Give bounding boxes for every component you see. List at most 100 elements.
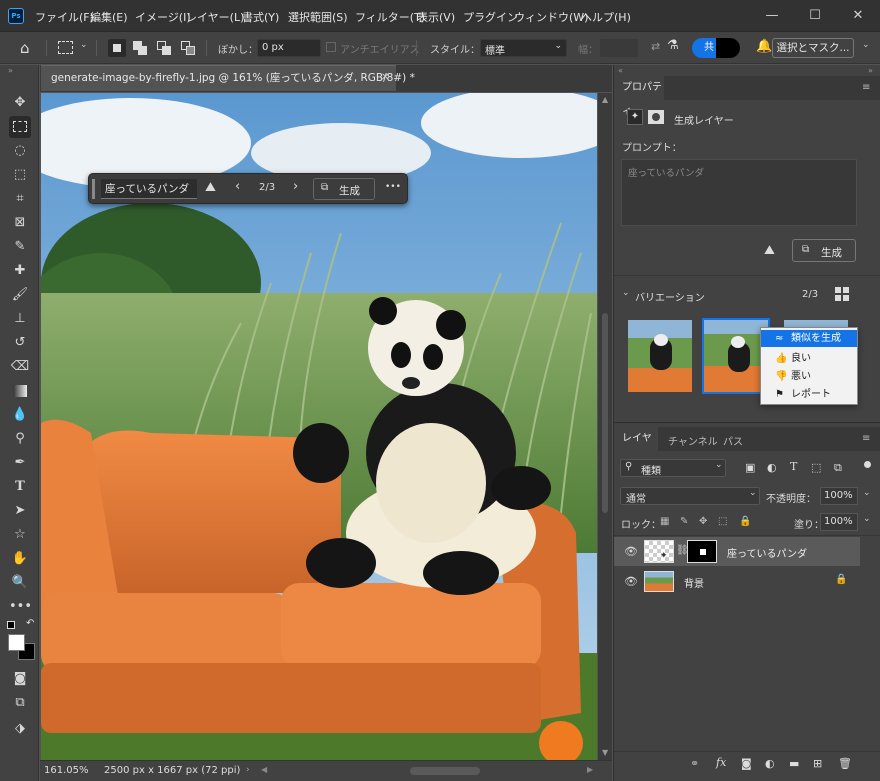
scroll-down-icon[interactable]: ▼ (602, 748, 608, 757)
next-variation-icon[interactable]: › (293, 179, 298, 194)
crop-tool-icon[interactable]: ⌗ (9, 188, 31, 210)
visibility-eye-icon[interactable]: 👁 (624, 575, 638, 588)
select-and-mask-button[interactable]: 選択とマスク... (772, 38, 854, 58)
quick-mask-icon[interactable]: ◙ (9, 668, 31, 690)
lock-pixels-icon[interactable]: ✎ (680, 516, 688, 527)
eyedropper-tool-icon[interactable]: ✎ (9, 236, 31, 258)
filter-pixel-icon[interactable]: ▣ (745, 461, 755, 474)
link-layers-icon[interactable]: ⚭ (690, 757, 699, 770)
fx-icon[interactable]: fx (716, 756, 726, 769)
status-menu-icon[interactable]: › (246, 765, 250, 775)
tab-properties[interactable]: プロパティ (614, 76, 664, 117)
more-tools-icon[interactable]: ••• (9, 596, 32, 618)
filter-toggle-icon[interactable] (864, 461, 871, 468)
chevron-down-icon[interactable]: ⌄ (80, 40, 88, 50)
new-group-icon[interactable]: ▬ (789, 757, 799, 770)
generate-button[interactable]: ⧉ 生成 (313, 178, 375, 200)
flask-icon[interactable]: ⚗ (667, 38, 679, 53)
menu-select[interactable]: 選択範囲(S) (288, 9, 348, 25)
opacity-input[interactable]: 100% (820, 487, 858, 505)
previous-variation-icon[interactable]: ‹ (235, 179, 240, 194)
tab-layers[interactable]: レイヤー (614, 427, 658, 468)
drag-handle[interactable] (92, 179, 95, 199)
menu-window[interactable]: ウィンドウ(W) (514, 9, 588, 25)
foreground-color-swatch[interactable] (8, 634, 25, 651)
bell-icon[interactable]: 🔔 (756, 39, 772, 54)
adjustment-layer-icon[interactable]: ◐ (765, 757, 775, 770)
path-selection-tool-icon[interactable]: ➤ (9, 500, 31, 522)
layer-filter-select[interactable]: ⚲ 種類 ⌄ (620, 459, 726, 477)
layer-row-background[interactable]: 👁 背景 🔒 (614, 567, 860, 596)
home-icon[interactable]: ⌂ (20, 39, 30, 57)
menu-layer[interactable]: レイヤー(L) (186, 9, 244, 25)
horizontal-scroll-thumb[interactable] (410, 767, 480, 775)
trash-icon[interactable]: 🗑 (838, 757, 852, 770)
shape-tool-icon[interactable]: ☆ (9, 524, 31, 546)
new-selection-button[interactable] (108, 39, 126, 57)
pen-tool-icon[interactable]: ✒ (9, 452, 31, 474)
collapse-icon[interactable]: » (8, 66, 13, 75)
tab-paths[interactable]: パス (723, 433, 743, 448)
prompt-input[interactable]: 座っているパンダ (101, 179, 197, 199)
clone-stamp-tool-icon[interactable]: ⊥ (9, 308, 31, 330)
marquee-tool-icon[interactable] (58, 41, 73, 54)
menu-filter[interactable]: フィルター(T) (355, 9, 425, 25)
object-selection-tool-icon[interactable]: ⬚ (9, 164, 31, 186)
scroll-left-icon[interactable]: ◀ (261, 765, 267, 774)
reference-image-icon[interactable]: ⛰ (205, 180, 216, 195)
close-document-icon[interactable]: ✕ (381, 66, 389, 90)
menu-plugins[interactable]: プラグイン (463, 9, 518, 25)
eraser-tool-icon[interactable]: ⌫ (9, 356, 31, 378)
marquee-tool-icon[interactable] (9, 116, 31, 138)
collapse-icon[interactable]: « (618, 66, 623, 75)
document-tab[interactable]: generate-image-by-firefly-1.jpg @ 161% (… (41, 65, 415, 91)
menu-image[interactable]: イメージ(I) (135, 9, 191, 25)
frame-tool-icon[interactable]: ⊠ (9, 212, 31, 234)
screen-mode-icon[interactable]: ⧉ (9, 692, 31, 714)
filter-smart-object-icon[interactable]: ⧉ (834, 461, 842, 475)
menu-file[interactable]: ファイル(F) (35, 9, 94, 25)
filter-shape-icon[interactable]: ⬚ (811, 461, 821, 474)
default-colors-icon[interactable] (7, 621, 15, 629)
layer-mask-thumbnail[interactable] (687, 540, 717, 563)
lock-transparency-icon[interactable]: ▦ (660, 516, 669, 527)
menu-view[interactable]: 表示(V) (417, 9, 455, 25)
minimize-button[interactable]: — (760, 6, 784, 26)
collapse-icon[interactable]: » (868, 66, 873, 75)
scroll-right-icon[interactable]: ▶ (587, 765, 593, 774)
lasso-tool-icon[interactable]: ◌ (9, 140, 31, 162)
generate-image-icon[interactable]: ⬗ (9, 718, 31, 740)
chevron-down-icon[interactable]: ⌄ (863, 488, 871, 498)
variation-thumbnail-2[interactable] (702, 318, 770, 394)
properties-generate-button[interactable]: ⧉ 生成 (792, 239, 856, 262)
width-input[interactable] (600, 39, 638, 57)
lock-artboard-icon[interactable]: ⬚ (718, 516, 727, 527)
layer-row-panda[interactable]: 👁 ✦ ⛓ 座っているパンダ (614, 537, 860, 566)
lock-position-icon[interactable]: ✥ (699, 516, 707, 527)
menu-help[interactable]: ヘルプ(H) (581, 9, 631, 25)
scroll-thumb[interactable] (602, 313, 608, 513)
more-options-icon[interactable]: ••• (385, 182, 401, 192)
zoom-level[interactable]: 161.05% (44, 765, 89, 776)
filter-adjustment-icon[interactable]: ◐ (767, 461, 777, 474)
variation-thumbnail-1[interactable] (628, 320, 692, 392)
blur-tool-icon[interactable]: 💧 (9, 404, 31, 426)
menu-type[interactable]: 書式(Y) (242, 9, 279, 25)
tab-channels[interactable]: チャンネル (668, 433, 718, 448)
grid-view-icon[interactable] (835, 287, 850, 302)
reference-image-icon[interactable]: ⛰ (764, 243, 775, 258)
chevron-down-icon[interactable]: ⌄ (622, 288, 630, 298)
menu-item-thumbs-down[interactable]: 👎 悪い (761, 368, 857, 385)
scroll-up-icon[interactable]: ▲ (602, 95, 608, 104)
chevron-down-icon[interactable]: ⌄ (862, 40, 870, 50)
prompt-textarea[interactable]: 座っているパンダ (621, 159, 857, 226)
fill-input[interactable]: 100% (820, 513, 858, 531)
hand-tool-icon[interactable]: ✋ (9, 548, 31, 570)
swap-icon[interactable]: ⇄ (651, 40, 660, 53)
healing-brush-tool-icon[interactable]: ✚ (9, 260, 31, 282)
feather-input[interactable]: 0 px (257, 39, 321, 57)
menu-item-thumbs-up[interactable]: 👍 良い (761, 350, 857, 367)
add-mask-icon[interactable]: ◙ (741, 757, 752, 770)
panel-menu-icon[interactable]: ≡ (862, 433, 870, 444)
new-layer-icon[interactable]: ⊞ (813, 757, 822, 770)
